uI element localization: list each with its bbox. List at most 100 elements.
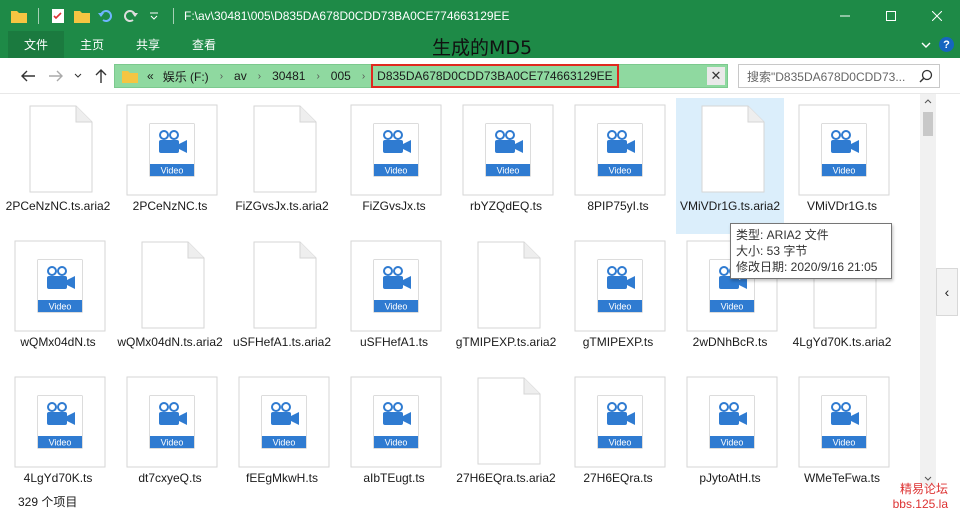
- file-item[interactable]: wQMx04dN.ts.aria2: [116, 234, 224, 370]
- file-item[interactable]: VMiVDr1G.ts.aria2: [676, 98, 784, 234]
- file-item[interactable]: Video rbYZQdEQ.ts: [452, 98, 560, 234]
- file-grid: 2PCeNzNC.ts.aria2 Video 2PCeNzNC.ts FiZGvsJ…: [0, 94, 920, 486]
- chevron-right-icon[interactable]: ›: [254, 71, 265, 82]
- tab-home[interactable]: 主页: [64, 31, 120, 58]
- file-name: uSFHefA1.ts: [359, 335, 429, 349]
- breadcrumb-overflow[interactable]: «: [145, 69, 156, 83]
- file-item[interactable]: gTMIPEXP.ts.aria2: [452, 234, 560, 370]
- video-file-icon: Video: [798, 104, 890, 196]
- folder-icon[interactable]: [8, 5, 30, 27]
- video-file-icon: Video: [574, 104, 666, 196]
- file-item[interactable]: Video pJytoAtH.ts: [676, 370, 784, 486]
- undo-icon[interactable]: [95, 5, 117, 27]
- svg-text:Video: Video: [833, 166, 856, 176]
- breadcrumb-30481[interactable]: 30481: [265, 69, 312, 83]
- status-bar: 329 个项目: [0, 486, 960, 520]
- file-name: WMeTeFwa.ts: [803, 471, 880, 485]
- tab-view[interactable]: 查看: [176, 31, 232, 58]
- video-file-icon: Video: [350, 104, 442, 196]
- address-bar[interactable]: « 娱乐 (F:) › av › 30481 › 005 › D835DA678…: [114, 64, 728, 88]
- recent-locations-icon[interactable]: [68, 66, 88, 86]
- breadcrumb-005[interactable]: 005: [324, 69, 358, 83]
- file-item[interactable]: Video WMeTeFwa.ts: [788, 370, 896, 486]
- watermark-line1: 精易论坛: [899, 482, 948, 496]
- item-count: 329 个项目: [18, 495, 78, 509]
- file-item[interactable]: Video 2PCeNzNC.ts: [116, 98, 224, 234]
- maximize-button[interactable]: [868, 0, 914, 31]
- file-item[interactable]: Video uSFHefA1.ts: [340, 234, 448, 370]
- file-item[interactable]: Video aIbTEugt.ts: [340, 370, 448, 486]
- svg-text:Video: Video: [721, 302, 744, 312]
- file-item[interactable]: Video VMiVDr1G.ts: [788, 98, 896, 234]
- file-name: uSFHefA1.ts.aria2: [232, 335, 332, 349]
- svg-text:Video: Video: [49, 438, 72, 448]
- video-file-icon: Video: [14, 240, 106, 332]
- vertical-scrollbar[interactable]: [920, 94, 936, 486]
- minimize-button[interactable]: [822, 0, 868, 31]
- file-item[interactable]: 27H6EQra.ts.aria2: [452, 370, 560, 486]
- up-button[interactable]: [91, 66, 111, 86]
- file-name: gTMIPEXP.ts.aria2: [455, 335, 557, 349]
- document-file-icon: [238, 104, 330, 196]
- chevron-right-icon[interactable]: ›: [358, 71, 369, 82]
- file-name: 2PCeNzNC.ts.aria2: [5, 199, 111, 213]
- file-item[interactable]: Video 27H6EQra.ts: [564, 370, 672, 486]
- watermark-line2: bbs.125.la: [892, 497, 948, 511]
- video-file-icon: Video: [126, 104, 218, 196]
- svg-text:Video: Video: [273, 438, 296, 448]
- properties-icon[interactable]: [47, 5, 69, 27]
- separator: [38, 7, 39, 24]
- forward-button[interactable]: [46, 66, 66, 86]
- file-item[interactable]: Video gTMIPEXP.ts: [564, 234, 672, 370]
- file-item[interactable]: Video 8PIP75yI.ts: [564, 98, 672, 234]
- tooltip-modified: 修改日期: 2020/9/16 21:05: [736, 260, 878, 274]
- file-item[interactable]: FiZGvsJx.ts.aria2: [228, 98, 336, 234]
- new-folder-icon[interactable]: [71, 5, 93, 27]
- file-name: wQMx04dN.ts: [20, 335, 96, 349]
- file-item[interactable]: Video wQMx04dN.ts: [4, 234, 112, 370]
- document-file-icon: [462, 240, 554, 332]
- file-name: 2wDNhBcR.ts: [692, 335, 768, 349]
- close-button[interactable]: [914, 0, 960, 31]
- chevron-right-icon[interactable]: ›: [312, 71, 323, 82]
- redo-icon[interactable]: [119, 5, 141, 27]
- watermark: 精易论坛 bbs.125.la: [893, 482, 948, 512]
- file-item[interactable]: Video dt7cxyeQ.ts: [116, 370, 224, 486]
- video-file-icon: Video: [238, 376, 330, 468]
- search-placeholder: 搜索"D835DA678D0CDD73...: [747, 69, 906, 84]
- clear-address-icon[interactable]: ✕: [707, 67, 725, 85]
- video-file-icon: Video: [798, 376, 890, 468]
- svg-text:Video: Video: [609, 166, 632, 176]
- svg-text:Video: Video: [833, 438, 856, 448]
- svg-text:Video: Video: [721, 438, 744, 448]
- expand-pane-button[interactable]: ‹: [936, 268, 958, 316]
- scroll-up-icon[interactable]: [924, 98, 932, 104]
- chevron-right-icon[interactable]: ›: [216, 71, 227, 82]
- expand-ribbon-icon[interactable]: [921, 38, 931, 52]
- tooltip-type: 类型: ARIA2 文件: [736, 228, 829, 242]
- file-item[interactable]: Video fEEgMkwH.ts: [228, 370, 336, 486]
- file-item[interactable]: Video 4LgYd70K.ts: [4, 370, 112, 486]
- customize-toolbar-icon[interactable]: [143, 5, 165, 27]
- file-name: VMiVDr1G.ts.aria2: [679, 199, 781, 213]
- help-icon[interactable]: ?: [939, 37, 954, 52]
- tab-share[interactable]: 共享: [120, 31, 176, 58]
- search-icon[interactable]: [919, 69, 933, 86]
- breadcrumb-current[interactable]: D835DA678D0CDD73BA0CE774663129EE: [371, 64, 619, 88]
- file-item[interactable]: Video FiZGvsJx.ts: [340, 98, 448, 234]
- search-input[interactable]: 搜索"D835DA678D0CDD73...: [738, 64, 940, 88]
- scrollbar-thumb[interactable]: [923, 112, 933, 136]
- file-item[interactable]: 2PCeNzNC.ts.aria2: [4, 98, 112, 234]
- tab-file[interactable]: 文件: [8, 31, 65, 58]
- file-item[interactable]: uSFHefA1.ts.aria2: [228, 234, 336, 370]
- video-file-icon: Video: [686, 376, 778, 468]
- back-button[interactable]: [18, 66, 38, 86]
- breadcrumb-av[interactable]: av: [227, 69, 254, 83]
- svg-text:Video: Video: [609, 438, 632, 448]
- file-name: wQMx04dN.ts.aria2: [117, 335, 223, 349]
- separator: [173, 7, 174, 24]
- video-file-icon: Video: [350, 376, 442, 468]
- file-name: fEEgMkwH.ts: [245, 471, 318, 485]
- file-name: dt7cxyeQ.ts: [138, 471, 202, 485]
- breadcrumb-drive[interactable]: 娱乐 (F:): [156, 68, 216, 85]
